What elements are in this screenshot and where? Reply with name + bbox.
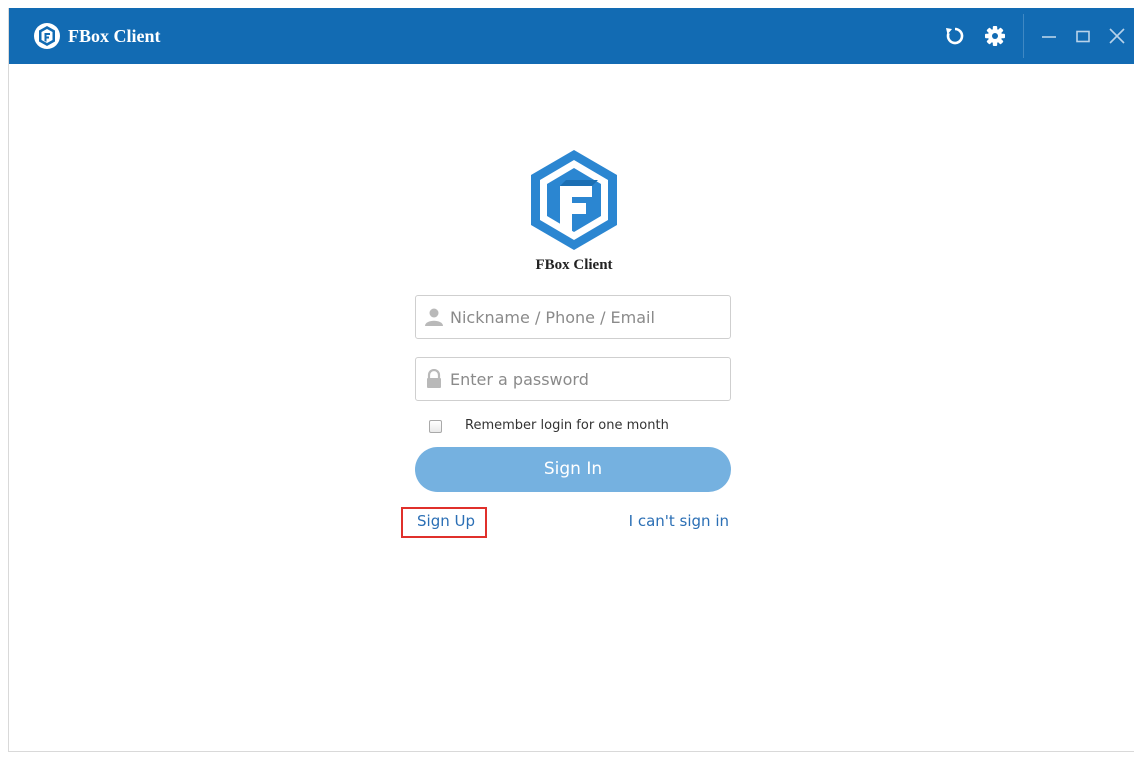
- lock-icon: [427, 369, 441, 388]
- gear-icon[interactable]: [983, 24, 1007, 48]
- titlebar-divider: [1023, 14, 1024, 58]
- sign-in-button[interactable]: Sign In: [415, 447, 731, 492]
- fbox-hexagon-logo-icon: [531, 150, 617, 250]
- brand-name: FBox Client: [535, 257, 613, 273]
- maximize-icon[interactable]: [1071, 24, 1095, 48]
- password-input[interactable]: [450, 366, 722, 392]
- refresh-icon[interactable]: [943, 24, 967, 48]
- title-bar: FBox Client: [9, 8, 1134, 64]
- cant-sign-in-link[interactable]: I can't sign in: [629, 512, 729, 530]
- close-icon[interactable]: [1105, 24, 1129, 48]
- remember-label: Remember login for one month: [465, 418, 669, 433]
- username-input[interactable]: [450, 304, 722, 330]
- fbox-logo-icon: [34, 23, 60, 49]
- app-window: FBox Client FBox Client Nickname / Phone…: [8, 8, 1134, 752]
- remember-checkbox[interactable]: [429, 420, 442, 433]
- username-field[interactable]: [415, 295, 731, 339]
- window-title: FBox Client: [68, 26, 161, 46]
- password-field[interactable]: [415, 357, 731, 401]
- user-icon: [425, 308, 443, 326]
- minimize-icon[interactable]: [1037, 24, 1061, 48]
- sign-up-highlight-box: [401, 507, 487, 538]
